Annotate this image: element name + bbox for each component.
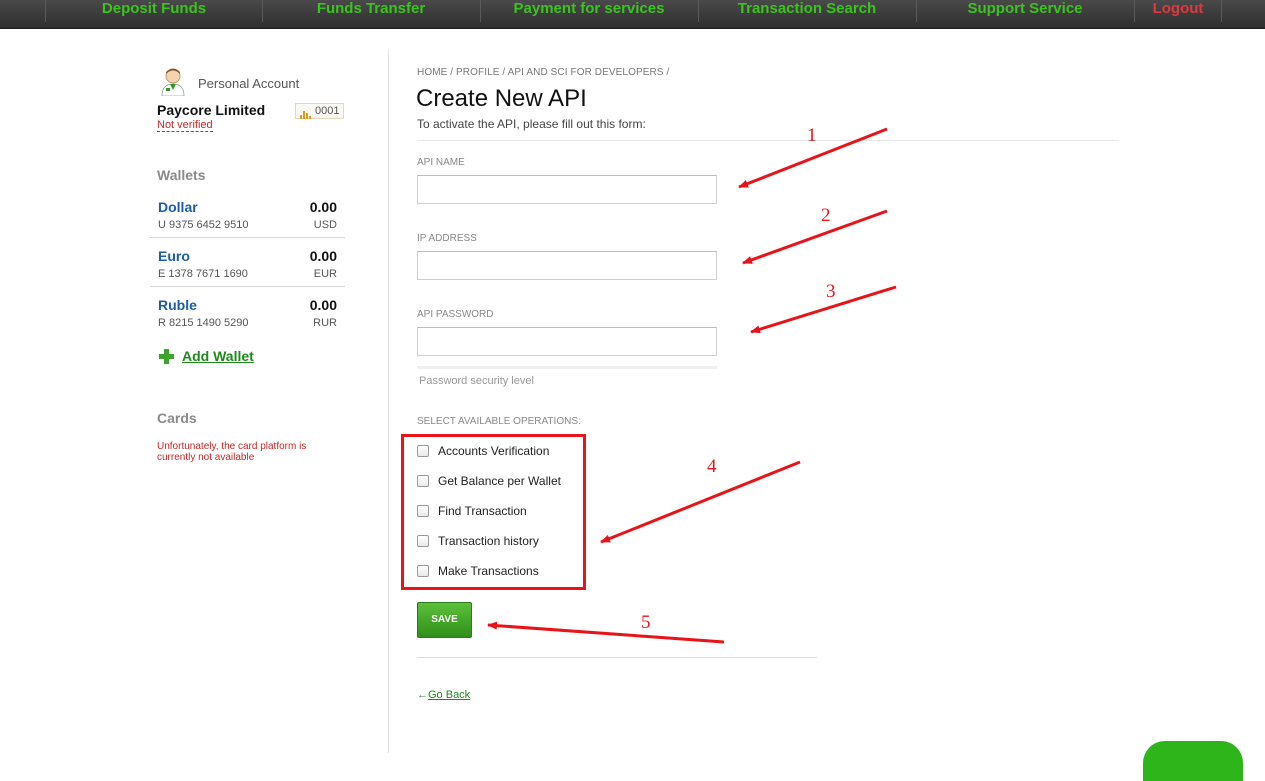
annotation-arrows	[487, 127, 897, 644]
annotation-arrow-2	[742, 209, 888, 265]
annotation-number-2: 2	[821, 205, 831, 226]
annotation-arrow-5	[487, 621, 725, 644]
annotation-number-3: 3	[826, 281, 836, 302]
annotation-arrow-4	[600, 460, 801, 544]
annotation-number-5: 5	[641, 612, 651, 633]
annotation-number-1: 1	[807, 125, 817, 146]
annotation-number-4: 4	[707, 456, 717, 477]
chat-widget-button[interactable]	[1143, 741, 1243, 781]
annotation-arrow-3	[750, 285, 897, 334]
